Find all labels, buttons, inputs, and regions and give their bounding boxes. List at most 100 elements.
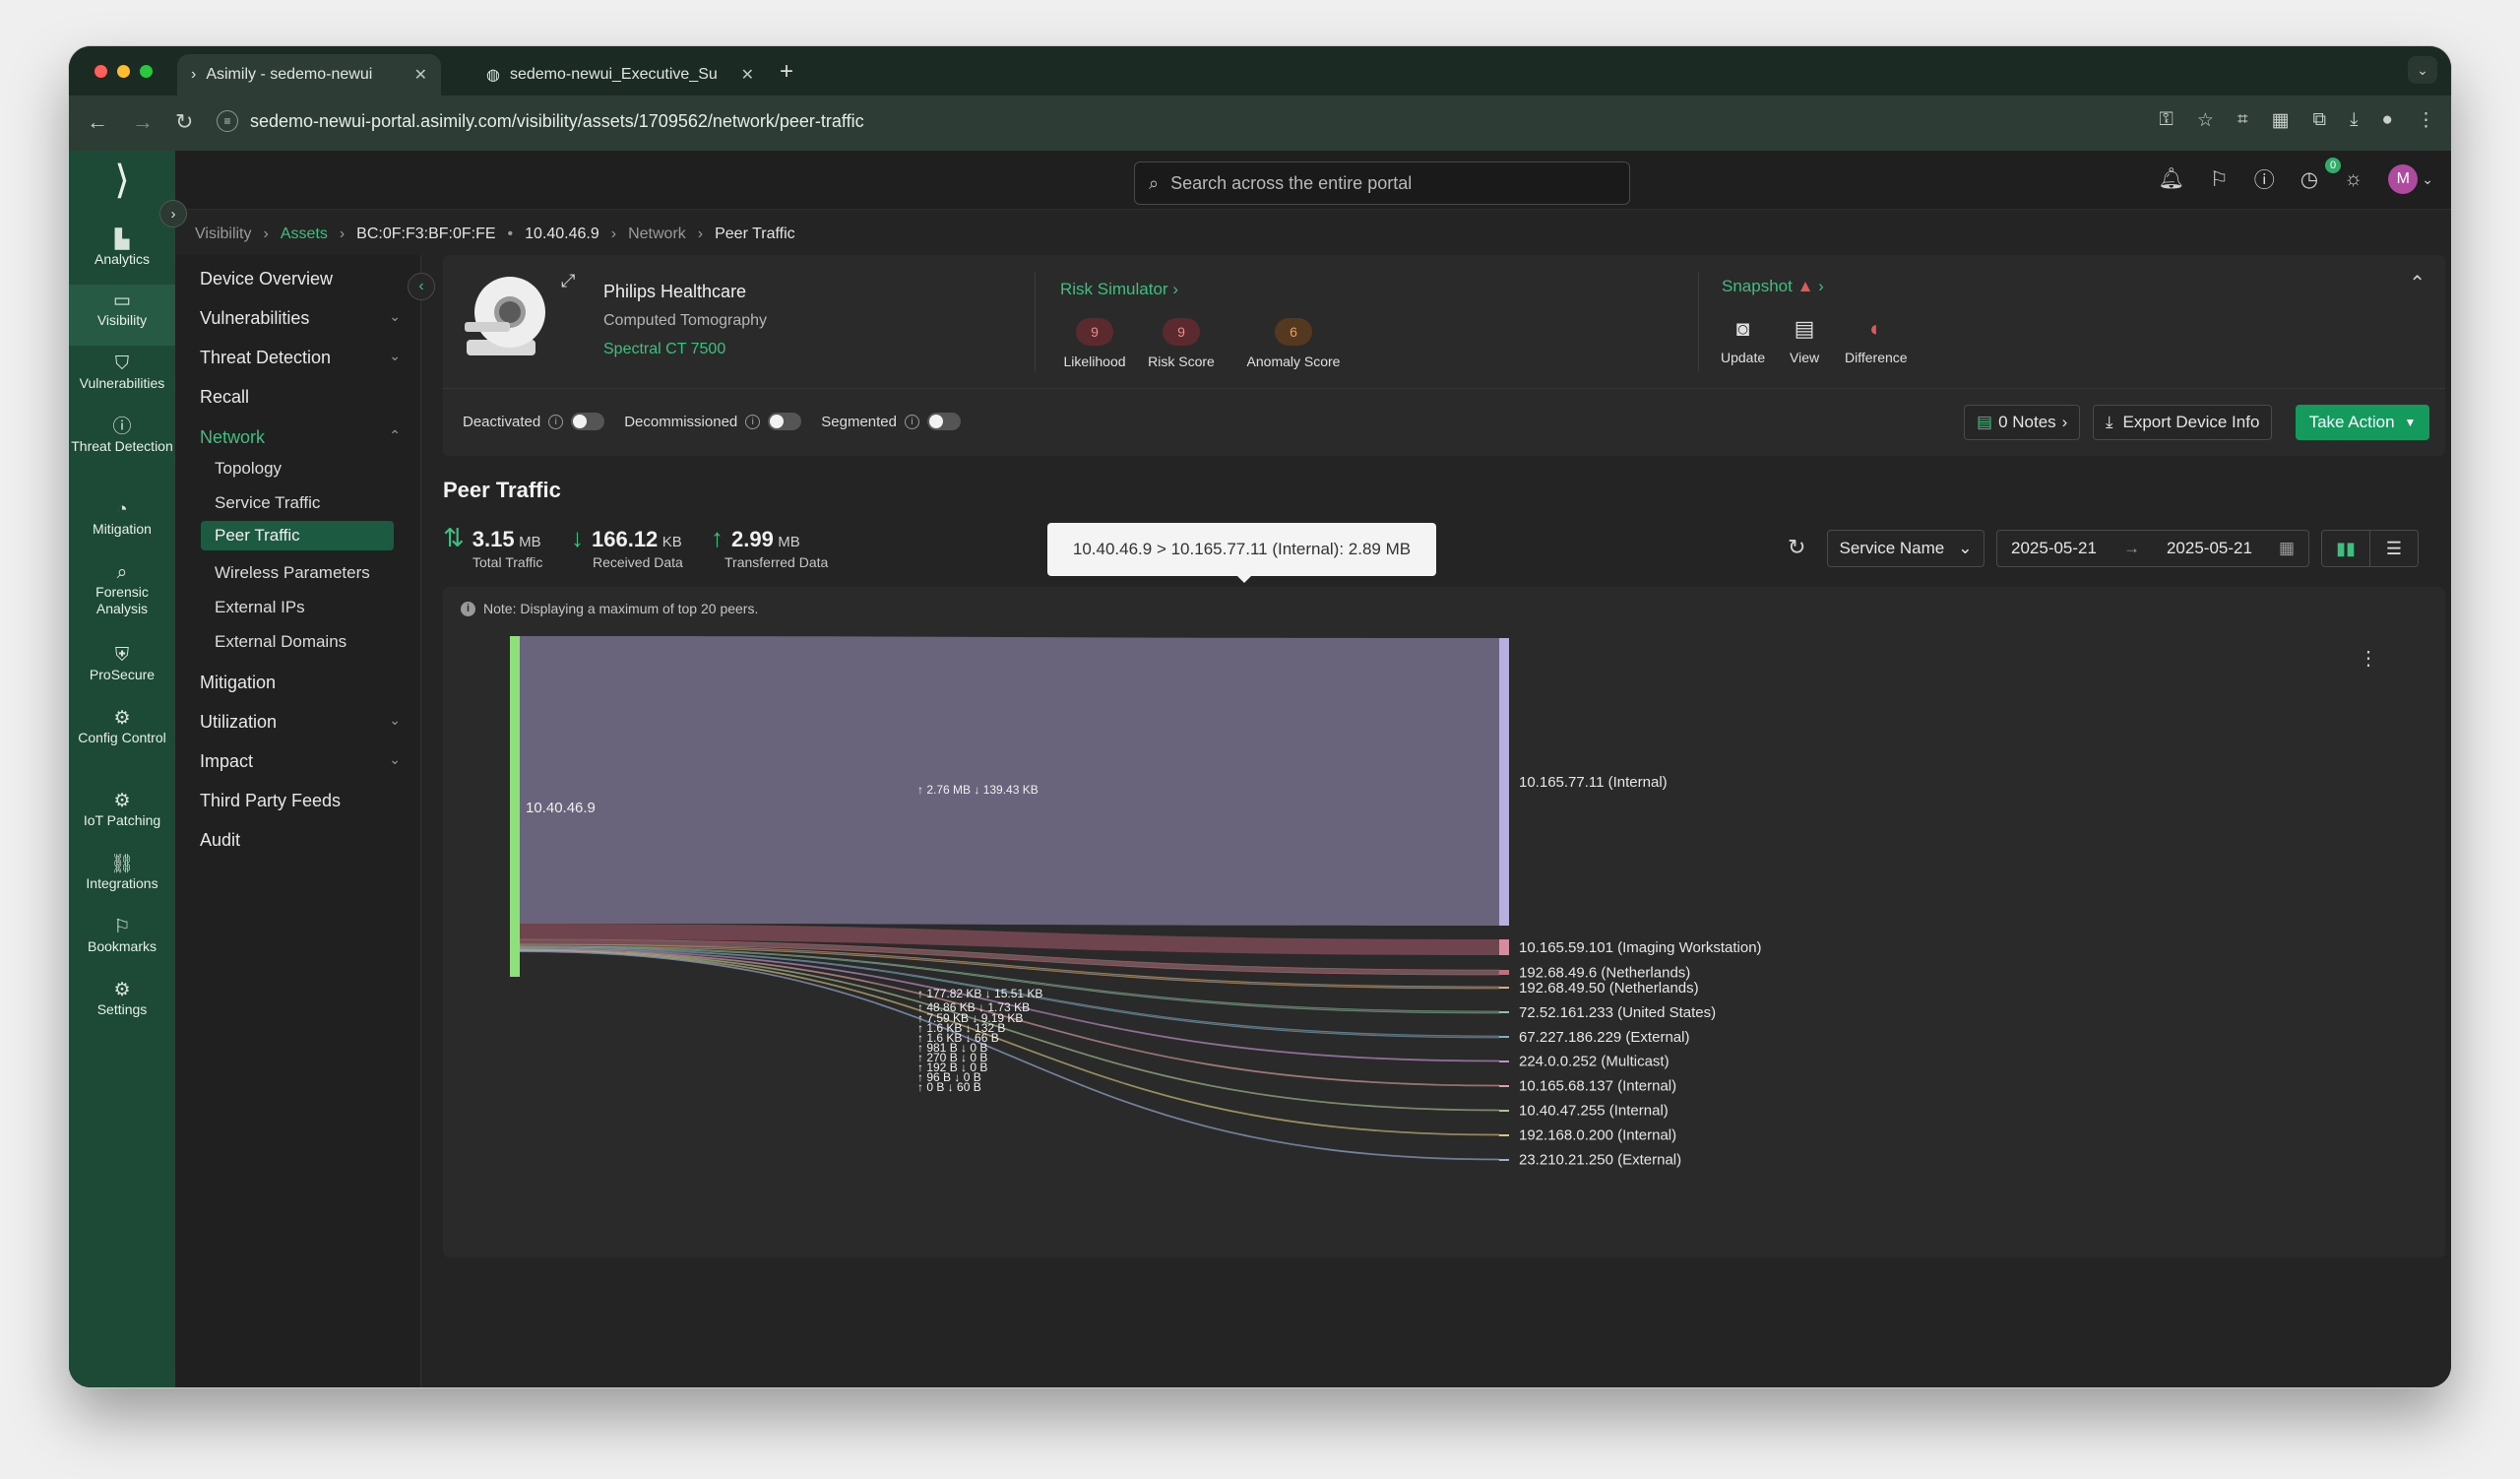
close-window-icon[interactable] xyxy=(94,65,107,78)
notes-button[interactable]: ▤ 0 Notes › xyxy=(1964,405,2081,440)
asimily-logo-icon[interactable]: ⟩ xyxy=(98,157,146,204)
rail-item-iot-patching[interactable]: ⚙ IoT Patching xyxy=(69,792,175,829)
toggle-switch[interactable] xyxy=(768,413,802,430)
rail-item-config-control[interactable]: ⚙ Config Control xyxy=(69,709,175,746)
take-action-button[interactable]: Take Action ▼ xyxy=(2296,405,2429,440)
sidenav-collapse-button[interactable]: ‹ xyxy=(408,273,435,300)
refresh-icon[interactable]: ↻ xyxy=(1788,535,1805,560)
bookmark-icon: ⚐ xyxy=(113,917,131,937)
nav-network[interactable]: Network ⌃ xyxy=(200,427,401,448)
nav-service-traffic[interactable]: Service Traffic xyxy=(215,493,415,513)
snapshot-difference-button[interactable]: ◐ Difference xyxy=(1845,316,1908,365)
nav-external-domains[interactable]: External Domains xyxy=(215,632,415,652)
bell-icon[interactable]: 🔔︎ xyxy=(2158,167,2184,191)
nav-utilization[interactable]: Utilization ⌄ xyxy=(200,712,401,733)
rail-item-visibility[interactable]: ▭ Visibility xyxy=(69,285,175,346)
chevron-up-icon[interactable]: ⌃ xyxy=(2409,271,2426,295)
minimize-window-icon[interactable] xyxy=(117,65,130,78)
chevron-down-icon: ⌄ xyxy=(389,751,401,767)
export-device-info-button[interactable]: ⤓ Export Device Info xyxy=(2093,405,2273,440)
clock-icon[interactable]: ◷ xyxy=(2300,167,2318,192)
tab-close-icon[interactable]: ✕ xyxy=(741,65,754,85)
segmented-toggle[interactable]: Segmented i xyxy=(821,413,961,430)
snapshot-link[interactable]: Snapshot ▲ › xyxy=(1722,277,1824,296)
new-tab-button[interactable]: + xyxy=(780,58,793,86)
translate-icon[interactable]: ▦ xyxy=(2272,109,2290,132)
download-icon[interactable]: ⤓ xyxy=(2350,109,2358,132)
decommissioned-toggle[interactable]: Decommissioned i xyxy=(624,413,802,430)
breadcrumb-network[interactable]: Network xyxy=(628,225,686,243)
nav-vulnerabilities[interactable]: Vulnerabilities ⌄ xyxy=(200,308,401,329)
deactivated-toggle[interactable]: Deactivated i xyxy=(463,413,605,430)
risk-simulator-link[interactable]: Risk Simulator › xyxy=(1060,280,1178,299)
rail-item-bookmarks[interactable]: ⚐ Bookmarks xyxy=(69,917,175,955)
page-title: Peer Traffic xyxy=(443,478,561,502)
date-range-picker[interactable]: 2025-05-21 → 2025-05-21 ▦ xyxy=(1996,530,2309,567)
device-model-link[interactable]: Spectral CT 7500 xyxy=(603,341,725,358)
breadcrumb-visibility[interactable]: Visibility xyxy=(195,225,252,243)
nav-wireless-parameters[interactable]: Wireless Parameters xyxy=(215,563,415,583)
expand-icon[interactable]: ⤢ xyxy=(561,271,575,291)
window-controls[interactable] xyxy=(94,65,153,78)
url-field[interactable]: ≡ sedemo-newui-portal.asimily.com/visibi… xyxy=(217,110,864,132)
sankey-target-node xyxy=(1499,970,1509,975)
toggle-switch[interactable] xyxy=(571,413,605,430)
avatar[interactable]: M xyxy=(2388,164,2419,194)
tab-close-icon[interactable]: ✕ xyxy=(414,65,427,85)
extension-icon[interactable]: ⌗ xyxy=(2237,109,2248,132)
rail-item-mitigation[interactable]: ◔ Mitigation xyxy=(69,500,175,538)
nav-recall[interactable]: Recall xyxy=(200,387,401,408)
nav-device-overview[interactable]: Device Overview xyxy=(200,269,401,289)
key-icon[interactable]: ⚿ xyxy=(2159,109,2173,132)
nav-threat-detection[interactable]: Threat Detection ⌄ xyxy=(200,348,401,368)
snapshot-update-button[interactable]: ◙ Update xyxy=(1721,316,1765,365)
reload-icon[interactable]: ↻ xyxy=(175,109,193,135)
chart-view-button[interactable]: ▮▮ xyxy=(2321,530,2370,567)
link-icon: ⛓ xyxy=(109,854,135,874)
rail-item-threat-detection[interactable]: ⓘ Threat Detection xyxy=(69,418,175,455)
date-to[interactable]: 2025-05-21 xyxy=(2167,539,2252,558)
theme-icon[interactable]: ☼ xyxy=(2344,167,2362,191)
nav-peer-traffic[interactable]: Peer Traffic xyxy=(201,521,394,550)
snapshot-view-button[interactable]: ▤ View xyxy=(1790,316,1819,365)
group-by-select[interactable]: Service Name ⌄ xyxy=(1827,530,1984,567)
dot-separator-icon: • xyxy=(507,225,514,242)
nav-impact[interactable]: Impact ⌄ xyxy=(200,751,401,772)
bookmark-icon[interactable]: ⚐ xyxy=(2210,167,2229,192)
sankey-target-label: 72.52.161.233 (United States) xyxy=(1519,1004,1716,1021)
user-menu[interactable]: M ⌄ xyxy=(2388,164,2433,194)
star-icon[interactable]: ☆ xyxy=(2197,109,2214,132)
maximize-window-icon[interactable] xyxy=(140,65,153,78)
rail-item-forensic-analysis[interactable]: ⌕ Forensic Analysis xyxy=(69,563,175,617)
site-settings-icon[interactable]: ≡ xyxy=(217,110,238,132)
toggle-switch[interactable] xyxy=(927,413,961,430)
rail-item-settings[interactable]: ⚙ Settings xyxy=(69,981,175,1018)
browser-tab-active[interactable]: › Asimily - sedemo-newui ✕ xyxy=(177,54,441,96)
rail-expand-button[interactable]: › xyxy=(159,200,187,227)
nav-mitigation[interactable]: Mitigation xyxy=(200,673,401,693)
browser-menu-icon[interactable]: ⋮ xyxy=(2417,109,2435,132)
puzzle-icon[interactable]: ⧉ xyxy=(2313,109,2327,132)
forward-icon[interactable]: → xyxy=(132,109,154,135)
nav-audit[interactable]: Audit xyxy=(200,830,401,851)
main-content: ⤢ Philips Healthcare Computed Tomography… xyxy=(443,255,2445,1387)
info-icon[interactable]: ⓘ xyxy=(2254,164,2275,194)
back-icon[interactable]: ← xyxy=(87,109,108,135)
rail-item-prosecure[interactable]: ⛨ ProSecure xyxy=(69,646,175,683)
url-text[interactable]: sedemo-newui-portal.asimily.com/visibili… xyxy=(250,111,864,132)
browser-tab[interactable]: ◍ sedemo-newui_Executive_Su ✕ xyxy=(472,54,768,96)
nav-external-ips[interactable]: External IPs xyxy=(215,598,415,617)
rail-item-vulnerabilities[interactable]: ⛉ Vulnerabilities xyxy=(69,354,175,392)
profile-icon[interactable]: ● xyxy=(2382,109,2393,132)
breadcrumb-assets[interactable]: Assets xyxy=(281,225,328,243)
global-search-input[interactable]: ⌕ Search across the entire portal xyxy=(1134,161,1630,205)
calendar-icon: ▦ xyxy=(2278,539,2295,557)
chevron-right-icon: › xyxy=(1818,277,1824,295)
nav-topology[interactable]: Topology xyxy=(215,459,415,479)
rail-item-analytics[interactable]: ▙ Analytics xyxy=(69,230,175,268)
date-from[interactable]: 2025-05-21 xyxy=(2011,539,2097,558)
tab-search-button[interactable]: ⌄ xyxy=(2408,56,2437,84)
list-view-button[interactable]: ☰ xyxy=(2369,530,2419,567)
nav-third-party-feeds[interactable]: Third Party Feeds xyxy=(200,791,401,811)
rail-item-integrations[interactable]: ⛓ Integrations xyxy=(69,854,175,892)
